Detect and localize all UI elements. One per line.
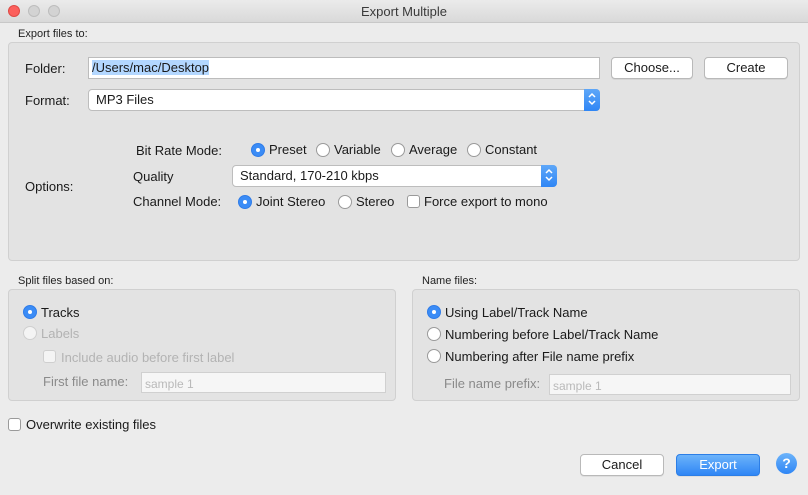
radio-stereo[interactable] (338, 195, 352, 209)
file-name-prefix-input[interactable]: sample 1 (549, 374, 791, 395)
radio-numbering-before[interactable] (427, 327, 441, 341)
variable-label: Variable (334, 142, 381, 157)
format-value: MP3 Files (96, 92, 154, 107)
force-mono-checkbox[interactable] (407, 195, 420, 208)
select-arrows-icon (584, 89, 600, 111)
overwrite-checkbox[interactable] (8, 418, 21, 431)
constant-label: Constant (485, 142, 538, 157)
stereo-label: Stereo (356, 194, 395, 209)
folder-label: Folder: (25, 61, 66, 76)
radio-numbering-after[interactable] (427, 349, 441, 363)
radio-joint-stereo[interactable] (238, 195, 252, 209)
channel-mode-label: Channel Mode: (133, 194, 222, 209)
title-bar: Export Multiple (0, 0, 808, 23)
overwrite-label: Overwrite existing files (26, 417, 157, 432)
cancel-button[interactable]: Cancel (580, 454, 664, 476)
tracks-label: Tracks (41, 305, 80, 320)
radio-using-label-track-name[interactable] (427, 305, 441, 319)
quality-value: Standard, 170-210 kbps (240, 168, 379, 183)
choose-button[interactable]: Choose... (611, 57, 693, 79)
quality-select[interactable]: Standard, 170-210 kbps (232, 165, 557, 187)
include-audio-checkbox[interactable] (43, 350, 56, 363)
create-button[interactable]: Create (704, 57, 788, 79)
export-multiple-dialog: Export Multiple Export files to: Folder:… (0, 0, 808, 495)
radio-variable[interactable] (316, 143, 330, 157)
joint-stereo-label: Joint Stereo (256, 194, 326, 209)
using-label-track-name-label: Using Label/Track Name (445, 305, 588, 320)
select-arrows-icon (541, 165, 557, 187)
radio-preset[interactable] (251, 143, 265, 157)
preset-label: Preset (269, 142, 307, 157)
bit-rate-mode-label: Bit Rate Mode: (136, 143, 222, 158)
folder-input[interactable]: /Users/mac/Desktop (88, 57, 600, 79)
numbering-after-label: Numbering after File name prefix (445, 349, 635, 364)
radio-labels[interactable] (23, 326, 37, 340)
labels-label: Labels (41, 326, 80, 341)
radio-constant[interactable] (467, 143, 481, 157)
include-audio-label: Include audio before first label (61, 350, 235, 365)
folder-value: /Users/mac/Desktop (92, 60, 210, 75)
force-mono-label: Force export to mono (424, 194, 548, 209)
name-files-title: Name files: (422, 275, 478, 287)
help-button[interactable]: ? (776, 453, 797, 474)
split-files-title: Split files based on: (18, 275, 114, 287)
first-file-name-placeholder: sample 1 (145, 377, 194, 391)
export-button[interactable]: Export (676, 454, 760, 476)
format-label: Format: (25, 93, 70, 108)
window-title: Export Multiple (361, 4, 447, 19)
first-file-name-input[interactable]: sample 1 (141, 372, 386, 393)
radio-tracks[interactable] (23, 305, 37, 319)
file-name-prefix-label: File name prefix: (444, 376, 541, 391)
export-files-to-title: Export files to: (18, 28, 88, 40)
numbering-before-label: Numbering before Label/Track Name (445, 327, 659, 342)
radio-average[interactable] (391, 143, 405, 157)
format-select[interactable]: MP3 Files (88, 89, 600, 111)
file-name-prefix-placeholder: sample 1 (553, 379, 602, 393)
first-file-name-label: First file name: (43, 374, 129, 389)
quality-label: Quality (133, 169, 174, 184)
options-label: Options: (25, 179, 74, 194)
average-label: Average (409, 142, 458, 157)
